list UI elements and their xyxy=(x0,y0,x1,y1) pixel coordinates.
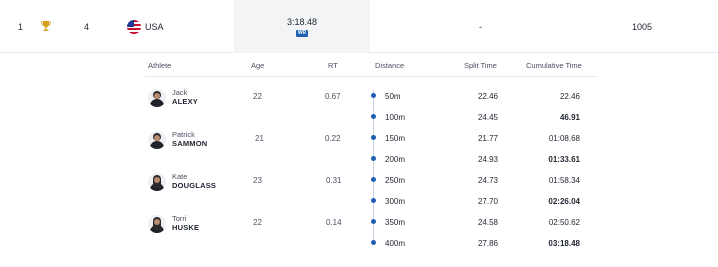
athlete-age: 22 xyxy=(253,91,262,101)
cumulative-time: 03:18.48 xyxy=(548,238,580,248)
cumulative-time: 02:26.04 xyxy=(548,196,580,206)
cumulative-time: 02:50.62 xyxy=(548,217,580,227)
column-header-split-time: Split Time xyxy=(464,60,497,70)
split-distance: 100m xyxy=(385,112,406,122)
athlete-avatar-icon xyxy=(148,131,166,149)
split-time: 27.70 xyxy=(477,196,498,206)
column-header-cumulative-time: Cumulative Time xyxy=(526,60,582,70)
split-marker-icon xyxy=(371,240,376,245)
final-time-cell: 3:18.48 WR xyxy=(234,0,370,53)
column-header-distance: Distance xyxy=(375,60,405,70)
column-header-athlete: Athlete xyxy=(148,60,172,70)
points: 1005 xyxy=(632,21,653,32)
cumulative-time: 01:33.61 xyxy=(548,154,580,164)
split-time: 24.58 xyxy=(477,217,498,227)
athlete-reaction-time: 0.67 xyxy=(325,91,341,101)
split-marker-icon xyxy=(371,156,376,161)
split-marker-icon xyxy=(371,135,376,140)
split-marker-icon xyxy=(371,219,376,224)
athlete-last-name: SAMMON xyxy=(172,139,208,148)
final-time: 3:18.48 xyxy=(286,16,318,27)
lane-number: 4 xyxy=(84,21,90,32)
split-distance: 350m xyxy=(385,217,406,227)
column-header-rt: RT xyxy=(328,60,338,70)
athlete-age: 23 xyxy=(253,175,262,185)
athlete-avatar-icon xyxy=(148,89,166,107)
split-time: 24.73 xyxy=(477,175,498,185)
athlete-reaction-time: 0.31 xyxy=(326,175,342,185)
split-time: 21.77 xyxy=(477,133,498,143)
athlete-row[interactable]: Patrick SAMMON xyxy=(148,128,207,152)
athlete-avatar-icon xyxy=(148,173,166,191)
cumulative-time: 46.91 xyxy=(559,112,580,122)
athlete-row[interactable]: Torri HUSKE xyxy=(148,212,199,236)
rank: 1 xyxy=(18,21,24,32)
cumulative-time: 22.46 xyxy=(559,91,580,101)
time-behind: - xyxy=(479,21,482,32)
country-code: USA xyxy=(145,21,164,32)
cumulative-time: 01:08.68 xyxy=(548,133,580,143)
world-record-badge: WR xyxy=(295,29,309,37)
country: USA xyxy=(127,0,164,53)
split-marker-icon xyxy=(371,93,376,98)
split-time: 27.86 xyxy=(477,238,498,248)
result-summary-row[interactable]: 1 4 USA 3:18.48 WR - 1005 xyxy=(0,0,718,53)
split-distance: 150m xyxy=(385,133,406,143)
athlete-row[interactable]: Kate DOUGLASS xyxy=(148,170,216,194)
athlete-row[interactable]: Jack ALEXY xyxy=(148,86,198,110)
split-distance: 250m xyxy=(385,175,406,185)
split-time: 24.45 xyxy=(477,112,498,122)
split-marker-icon xyxy=(371,177,376,182)
athlete-avatar-icon xyxy=(148,215,166,233)
split-marker-icon xyxy=(371,114,376,119)
usa-flag-icon xyxy=(127,19,141,34)
split-time: 22.46 xyxy=(477,91,498,101)
header-divider xyxy=(145,76,597,77)
column-header-age: Age xyxy=(251,60,265,70)
split-distance: 400m xyxy=(385,238,406,248)
trophy-icon xyxy=(41,0,51,53)
cumulative-time: 01:58.34 xyxy=(548,175,580,185)
split-time: 24.93 xyxy=(477,154,498,164)
split-distance: 200m xyxy=(385,154,406,164)
athlete-reaction-time: 0.22 xyxy=(325,133,341,143)
athlete-last-name: DOUGLASS xyxy=(172,181,217,190)
split-distance: 300m xyxy=(385,196,406,206)
athlete-age: 22 xyxy=(253,217,262,227)
split-marker-icon xyxy=(371,198,376,203)
split-distance: 50m xyxy=(385,91,401,101)
athlete-reaction-time: 0.14 xyxy=(326,217,342,227)
athlete-last-name: HUSKE xyxy=(172,223,200,232)
athlete-last-name: ALEXY xyxy=(172,97,199,106)
athlete-age: 21 xyxy=(255,133,264,143)
